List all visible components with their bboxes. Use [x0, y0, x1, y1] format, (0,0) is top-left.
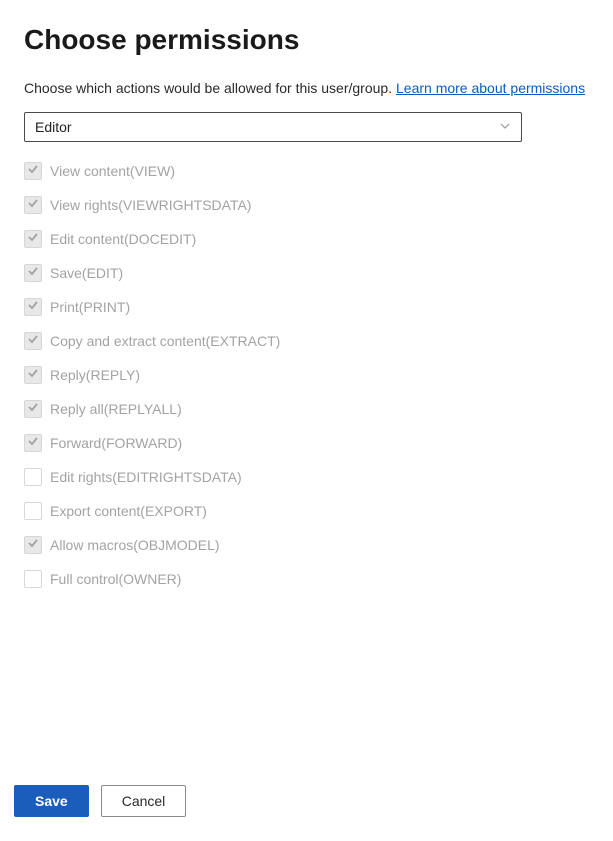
permission-checkbox [24, 536, 42, 554]
permission-checkbox [24, 366, 42, 384]
permission-label: View content(VIEW) [50, 163, 175, 179]
page-title: Choose permissions [24, 24, 589, 56]
permission-checkbox [24, 332, 42, 350]
permission-label: Full control(OWNER) [50, 571, 181, 587]
permission-checkbox [24, 230, 42, 248]
learn-more-link[interactable]: Learn more about permissions [396, 80, 585, 96]
permission-item: Reply all(REPLYALL) [24, 400, 589, 418]
check-icon [27, 230, 39, 248]
permission-item: Reply(REPLY) [24, 366, 589, 384]
permission-checkbox [24, 162, 42, 180]
permission-checkbox [24, 400, 42, 418]
subtitle-text: Choose which actions would be allowed fo… [24, 80, 392, 96]
permission-label: Export content(EXPORT) [50, 503, 207, 519]
permission-label: Reply all(REPLYALL) [50, 401, 182, 417]
role-dropdown[interactable]: Editor [24, 112, 522, 142]
check-icon [27, 162, 39, 180]
permission-item: Edit rights(EDITRIGHTSDATA) [24, 468, 589, 486]
permission-label: Print(PRINT) [50, 299, 130, 315]
check-icon [27, 298, 39, 316]
permission-item: View rights(VIEWRIGHTSDATA) [24, 196, 589, 214]
check-icon [27, 400, 39, 418]
permission-item: Print(PRINT) [24, 298, 589, 316]
check-icon [27, 366, 39, 384]
permission-checkbox [24, 196, 42, 214]
check-icon [27, 196, 39, 214]
permission-item: Copy and extract content(EXTRACT) [24, 332, 589, 350]
role-dropdown-value: Editor [35, 119, 72, 135]
permission-item: Full control(OWNER) [24, 570, 589, 588]
permission-checkbox [24, 264, 42, 282]
permission-item: Allow macros(OBJMODEL) [24, 536, 589, 554]
permission-checkbox [24, 468, 42, 486]
check-icon [27, 536, 39, 554]
permissions-list: View content(VIEW) View rights(VIEWRIGHTS… [24, 162, 589, 588]
permission-item: Forward(FORWARD) [24, 434, 589, 452]
permission-checkbox [24, 434, 42, 452]
permission-item: Edit content(DOCEDIT) [24, 230, 589, 248]
permission-label: Allow macros(OBJMODEL) [50, 537, 220, 553]
check-icon [27, 264, 39, 282]
permission-checkbox [24, 298, 42, 316]
permission-label: Edit rights(EDITRIGHTSDATA) [50, 469, 242, 485]
permission-item: View content(VIEW) [24, 162, 589, 180]
permission-label: Forward(FORWARD) [50, 435, 182, 451]
permission-label: Copy and extract content(EXTRACT) [50, 333, 280, 349]
check-icon [27, 434, 39, 452]
permission-label: Edit content(DOCEDIT) [50, 231, 196, 247]
permission-label: Reply(REPLY) [50, 367, 140, 383]
permission-item: Export content(EXPORT) [24, 502, 589, 520]
subtitle: Choose which actions would be allowed fo… [24, 80, 589, 96]
permission-checkbox [24, 502, 42, 520]
footer: Save Cancel [14, 785, 186, 817]
chevron-down-icon [499, 119, 511, 135]
check-icon [27, 332, 39, 350]
permission-item: Save(EDIT) [24, 264, 589, 282]
permission-label: View rights(VIEWRIGHTSDATA) [50, 197, 251, 213]
save-button[interactable]: Save [14, 785, 89, 817]
cancel-button[interactable]: Cancel [101, 785, 187, 817]
permission-checkbox [24, 570, 42, 588]
permission-label: Save(EDIT) [50, 265, 123, 281]
